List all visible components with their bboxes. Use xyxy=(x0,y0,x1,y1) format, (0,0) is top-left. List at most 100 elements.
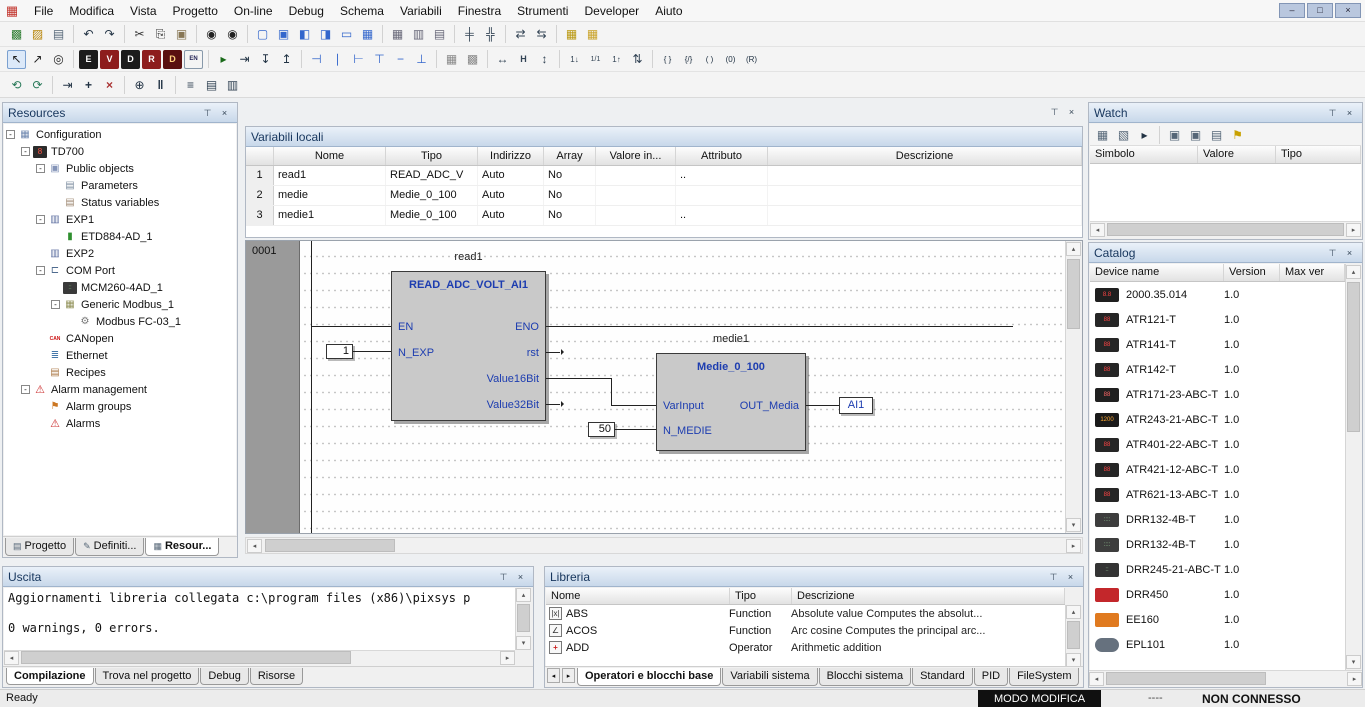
close-icon[interactable]: × xyxy=(217,106,232,120)
new-icon[interactable]: ▩ xyxy=(7,25,26,44)
scroll-left-icon[interactable]: ◂ xyxy=(1089,672,1104,686)
copy-icon[interactable]: ⎘ xyxy=(151,25,170,44)
space-down-icon[interactable]: ↕ xyxy=(535,50,554,69)
goto-icon[interactable]: ⇥ xyxy=(58,75,77,94)
pin-eno[interactable]: ENO xyxy=(515,321,539,333)
tab-pid[interactable]: PID xyxy=(974,668,1008,686)
scrollbar-thumb[interactable] xyxy=(1067,259,1080,329)
column-header[interactable] xyxy=(246,147,274,165)
tab-variabili-sistema[interactable]: Variabili sistema xyxy=(722,668,817,686)
tree-item[interactable]: ▤ Parameters xyxy=(4,177,236,194)
details-view-icon[interactable]: ▤ xyxy=(202,75,221,94)
menu-item[interactable]: Vista xyxy=(122,1,164,21)
menu-item[interactable]: File xyxy=(26,1,61,21)
catalog-row[interactable]: EPL101 1.0 xyxy=(1090,632,1345,657)
scroll-down-icon[interactable]: ▾ xyxy=(1066,518,1081,532)
table-row[interactable]: 1 read1 READ_ADC_V Auto No .. xyxy=(246,166,1082,186)
list-view-icon[interactable]: ≡ xyxy=(181,75,200,94)
run-icon[interactable]: ▸ xyxy=(214,50,233,69)
menu-item[interactable]: Developer xyxy=(576,1,647,21)
column-header-descrizione[interactable]: Descrizione xyxy=(792,588,1065,604)
refresh-icon[interactable]: ⟲ xyxy=(7,75,26,94)
column-header-tipo[interactable]: Tipo xyxy=(386,147,478,165)
vertical-scrollbar[interactable]: ▴ ▾ xyxy=(1065,605,1082,667)
menu-item[interactable]: Progetto xyxy=(165,1,226,21)
pin-nexp[interactable]: N_EXP xyxy=(398,347,434,359)
find-replace-icon[interactable]: ◉ xyxy=(223,25,242,44)
tree-expander[interactable]: - xyxy=(21,147,30,156)
tab-operatori-e-blocchi-base[interactable]: Operatori e blocchi base xyxy=(577,668,721,686)
import-watch-icon[interactable]: ▣ xyxy=(1165,125,1184,144)
align-right-icon[interactable]: ⊢ xyxy=(349,50,368,69)
tree-item[interactable]: - ▣ Public objects xyxy=(4,160,236,177)
scroll-right-icon[interactable]: ▸ xyxy=(1347,672,1362,686)
column-header-nome[interactable]: Nome xyxy=(546,588,730,604)
scroll-up-icon[interactable]: ▴ xyxy=(1066,605,1081,619)
tree-item[interactable]: - ▥ EXP1 xyxy=(4,211,236,228)
align-bottom-icon[interactable]: ⊥ xyxy=(412,50,431,69)
scroll-right-icon[interactable]: ▸ xyxy=(500,651,515,665)
insert-row-icon[interactable]: ╪ xyxy=(460,25,479,44)
insert-block-icon[interactable]: ▣ xyxy=(274,25,293,44)
pin-varinput[interactable]: VarInput xyxy=(663,400,704,412)
scrollbar-thumb[interactable] xyxy=(517,604,530,632)
space-across-icon[interactable]: ↔ xyxy=(493,50,512,69)
tree-expander[interactable]: - xyxy=(51,300,60,309)
output-variable-box[interactable]: AI1 xyxy=(839,397,873,414)
tab-debug[interactable]: Debug xyxy=(200,668,248,685)
catalog-row[interactable]: :::: DRR132-4B-T 1.0 xyxy=(1090,507,1345,532)
table-row[interactable]: 2 medie Medie_0_100 Auto No xyxy=(246,186,1082,206)
cut-icon[interactable]: ✂ xyxy=(130,25,149,44)
tree-item[interactable]: ▥ EXP2 xyxy=(4,245,236,262)
delete-row-icon[interactable]: ╬ xyxy=(481,25,500,44)
io-monitor-icon[interactable]: ▦ xyxy=(562,25,581,44)
read-plc-icon[interactable]: R xyxy=(142,50,161,69)
tree-expander[interactable] xyxy=(36,402,45,411)
pin-value32bit[interactable]: Value32Bit xyxy=(487,399,539,411)
scroll-right-icon[interactable]: ▸ xyxy=(1346,223,1361,237)
undo-icon[interactable]: ↶ xyxy=(79,25,98,44)
scroll-up-icon[interactable]: ▴ xyxy=(516,588,531,602)
column-header-valore[interactable]: Valore xyxy=(1198,146,1276,163)
catalog-row[interactable]: 88 ATR121-T 1.0 xyxy=(1090,307,1345,332)
tree-expander[interactable] xyxy=(36,334,45,343)
compile-icon[interactable]: E xyxy=(79,50,98,69)
column-header-max-version[interactable]: Max ver xyxy=(1280,264,1345,281)
scroll-left-icon[interactable]: ◂ xyxy=(1090,223,1105,237)
pin-up-icon[interactable]: 1↑ xyxy=(607,50,626,69)
tree-item[interactable]: ▮ ETD884-AD_1 xyxy=(4,228,236,245)
horizontal-scrollbar[interactable]: ◂ ▸ xyxy=(245,537,1083,554)
debug-mode-icon[interactable]: D xyxy=(163,50,182,69)
tree-expander[interactable] xyxy=(36,351,45,360)
refresh-all-icon[interactable]: ⟳ xyxy=(28,75,47,94)
pin-spacing-icon[interactable]: 1↓ xyxy=(565,50,584,69)
download-icon[interactable]: D xyxy=(121,50,140,69)
column-header-tipo[interactable]: Tipo xyxy=(730,588,792,604)
align-left-icon[interactable]: ⊣ xyxy=(307,50,326,69)
column-header-nome[interactable]: Nome xyxy=(274,147,386,165)
tree-item[interactable]: - 8 TD700 xyxy=(4,143,236,160)
catalog-row[interactable]: 88 ATR621-13-ABC-T 1.0 xyxy=(1090,482,1345,507)
step-over-icon[interactable]: ⇥ xyxy=(235,50,254,69)
tree-expander[interactable]: - xyxy=(21,385,30,394)
horizontal-scrollbar[interactable]: ◂ ▸ xyxy=(1090,221,1361,238)
tab-compilazione[interactable]: Compilazione xyxy=(6,668,94,685)
tree-expander[interactable]: - xyxy=(6,130,15,139)
fbd-block-read-adc[interactable]: READ_ADC_VOLT_AI1 EN N_EXP ENO rst Value… xyxy=(391,271,546,421)
menu-item[interactable]: Schema xyxy=(332,1,392,21)
catalog-row[interactable]: 8.8 2000.35.014 1.0 xyxy=(1090,282,1345,307)
brace-icon[interactable]: { } xyxy=(658,50,677,69)
tree-expander[interactable]: - xyxy=(36,164,45,173)
insert-network-icon[interactable]: ▦ xyxy=(358,25,377,44)
tree-item[interactable]: :: MCM260-4AD_1 xyxy=(4,279,236,296)
brace-close-icon[interactable]: {/} xyxy=(679,50,698,69)
tree-item[interactable]: ⚑ Alarm groups xyxy=(4,398,236,415)
unlink-icon[interactable]: ⇆ xyxy=(532,25,551,44)
catalog-row[interactable]: 88 ATR421-12-ABC-T 1.0 xyxy=(1090,457,1345,482)
paren-zero-icon[interactable]: (0) xyxy=(721,50,740,69)
tree-item[interactable]: ▤ Recipes xyxy=(4,364,236,381)
insert-element-icon[interactable]: + xyxy=(79,75,98,94)
column-header-simbolo[interactable]: Simbolo xyxy=(1090,146,1198,163)
insert-input-icon[interactable]: ◧ xyxy=(295,25,314,44)
menu-item[interactable]: On-line xyxy=(226,1,281,21)
